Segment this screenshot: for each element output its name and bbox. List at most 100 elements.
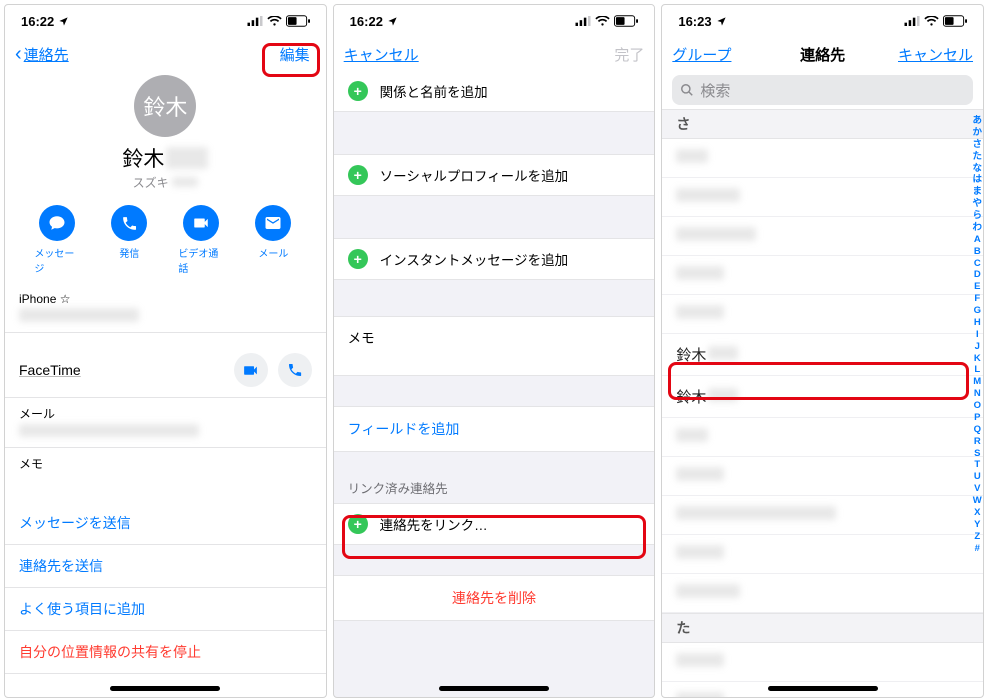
index-letter[interactable]: V — [974, 483, 980, 495]
nav-bar: ‹ 連絡先 編集 — [5, 37, 326, 71]
index-letter[interactable]: B — [974, 246, 981, 258]
index-letter[interactable]: あ — [973, 115, 983, 127]
index-letter[interactable]: K — [974, 353, 981, 365]
memo-field[interactable]: メモ — [334, 316, 655, 376]
contact-list[interactable]: さ鈴木鈴木た — [662, 109, 983, 697]
link-send-contact[interactable]: 連絡先を送信 — [5, 545, 326, 588]
contact-row[interactable] — [662, 574, 983, 613]
action-call[interactable]: 発信 — [106, 205, 152, 275]
index-letter[interactable]: や — [973, 198, 983, 210]
index-letter[interactable]: T — [974, 459, 980, 471]
index-letter[interactable]: # — [975, 543, 980, 555]
edit-button[interactable]: 編集 — [274, 42, 316, 67]
facetime-video-button[interactable] — [234, 353, 268, 387]
link-contact-row[interactable]: + 連絡先をリンク… — [334, 503, 655, 545]
status-time: 16:22 — [350, 14, 383, 29]
index-letter[interactable]: ま — [973, 186, 983, 198]
contact-row[interactable] — [662, 178, 983, 217]
search-icon — [680, 83, 694, 97]
index-letter[interactable]: た — [973, 151, 983, 163]
phone-label: iPhone ☆ — [19, 292, 312, 306]
add-social-row[interactable]: + ソーシャルプロフィールを追加 — [334, 154, 655, 196]
contact-row[interactable] — [662, 457, 983, 496]
contact-row[interactable] — [662, 535, 983, 574]
link-add-favorite[interactable]: よく使う項目に追加 — [5, 588, 326, 631]
facetime-row: FaceTime — [5, 343, 326, 398]
screen-contact-edit: 16:22 キャンセル 完了 + 関係と名前を追加 + ソーシャルプロフィールを… — [333, 4, 656, 698]
index-letter[interactable]: か — [973, 127, 983, 139]
index-letter[interactable]: X — [974, 507, 980, 519]
home-indicator[interactable] — [110, 686, 220, 691]
action-video[interactable]: ビデオ通話 — [178, 205, 224, 275]
index-letter[interactable]: M — [973, 376, 981, 388]
home-indicator[interactable] — [768, 686, 878, 691]
action-mail[interactable]: メール — [250, 205, 296, 275]
avatar[interactable]: 鈴木 — [134, 75, 196, 137]
link-send-message[interactable]: メッセージを送信 — [5, 502, 326, 545]
index-letter[interactable]: A — [974, 234, 981, 246]
cancel-button[interactable]: キャンセル — [344, 44, 419, 65]
index-letter[interactable]: L — [974, 364, 980, 376]
facetime-audio-button[interactable] — [278, 353, 312, 387]
link-stop-sharing[interactable]: 自分の位置情報の共有を停止 — [5, 631, 326, 674]
add-relation-label: 関係と名前を追加 — [380, 81, 488, 101]
cancel-button[interactable]: キャンセル — [898, 44, 973, 65]
search-input[interactable]: 検索 — [672, 75, 973, 105]
delete-contact-row[interactable]: 連絡先を削除 — [334, 575, 655, 621]
index-bar[interactable]: あかさたなはまやらわABCDEFGHIJKLMNOPQRSTUVWXYZ# — [973, 115, 983, 554]
status-time: 16:23 — [678, 14, 711, 29]
index-letter[interactable]: C — [974, 258, 981, 270]
plus-icon: + — [348, 165, 368, 185]
index-letter[interactable]: D — [974, 269, 981, 281]
index-letter[interactable]: さ — [973, 139, 983, 151]
contact-row[interactable] — [662, 496, 983, 535]
index-letter[interactable]: I — [976, 329, 979, 341]
contact-row[interactable]: 鈴木 — [662, 334, 983, 376]
contact-row[interactable]: 鈴木 — [662, 376, 983, 418]
contact-row[interactable] — [662, 217, 983, 256]
index-letter[interactable]: Y — [974, 519, 980, 531]
index-letter[interactable]: な — [973, 163, 983, 175]
index-letter[interactable]: U — [974, 471, 981, 483]
add-relation-row[interactable]: + 関係と名前を追加 — [334, 71, 655, 112]
index-letter[interactable]: Z — [974, 531, 980, 543]
index-letter[interactable]: S — [974, 448, 980, 460]
done-button[interactable]: 完了 — [614, 44, 644, 65]
section-header: た — [662, 613, 983, 643]
contact-row[interactable] — [662, 295, 983, 334]
index-letter[interactable]: W — [973, 495, 982, 507]
contact-row[interactable] — [662, 256, 983, 295]
contact-row[interactable] — [662, 643, 983, 682]
index-letter[interactable]: H — [974, 317, 981, 329]
groups-button[interactable]: グループ — [672, 44, 731, 65]
index-letter[interactable]: ら — [973, 210, 983, 222]
index-letter[interactable]: J — [975, 341, 980, 353]
index-letter[interactable]: Q — [974, 424, 981, 436]
back-button[interactable]: ‹ 連絡先 — [15, 44, 95, 65]
index-letter[interactable]: わ — [973, 222, 983, 234]
index-letter[interactable]: R — [974, 436, 981, 448]
facetime-label: FaceTime — [19, 362, 81, 378]
home-indicator[interactable] — [439, 686, 549, 691]
message-icon — [39, 205, 75, 241]
wifi-icon — [924, 16, 939, 27]
index-letter[interactable]: E — [974, 281, 980, 293]
index-letter[interactable]: G — [974, 305, 981, 317]
add-field-row[interactable]: フィールドを追加 — [334, 406, 655, 452]
index-letter[interactable]: F — [974, 293, 980, 305]
memo-row[interactable]: メモ — [5, 448, 326, 492]
search-placeholder: 検索 — [700, 80, 730, 101]
index-letter[interactable]: N — [974, 388, 981, 400]
phone-row[interactable]: iPhone ☆ — [5, 285, 326, 333]
status-indicators — [575, 15, 638, 27]
add-im-row[interactable]: + インスタントメッセージを追加 — [334, 238, 655, 280]
contact-row[interactable] — [662, 418, 983, 457]
index-letter[interactable]: O — [974, 400, 981, 412]
index-letter[interactable]: P — [974, 412, 980, 424]
battery-icon — [943, 15, 967, 27]
action-message[interactable]: メッセージ — [34, 205, 80, 275]
index-letter[interactable]: は — [973, 174, 983, 186]
mail-row[interactable]: メール — [5, 398, 326, 448]
nav-bar: グループ 連絡先 キャンセル — [662, 37, 983, 71]
contact-row[interactable] — [662, 139, 983, 178]
